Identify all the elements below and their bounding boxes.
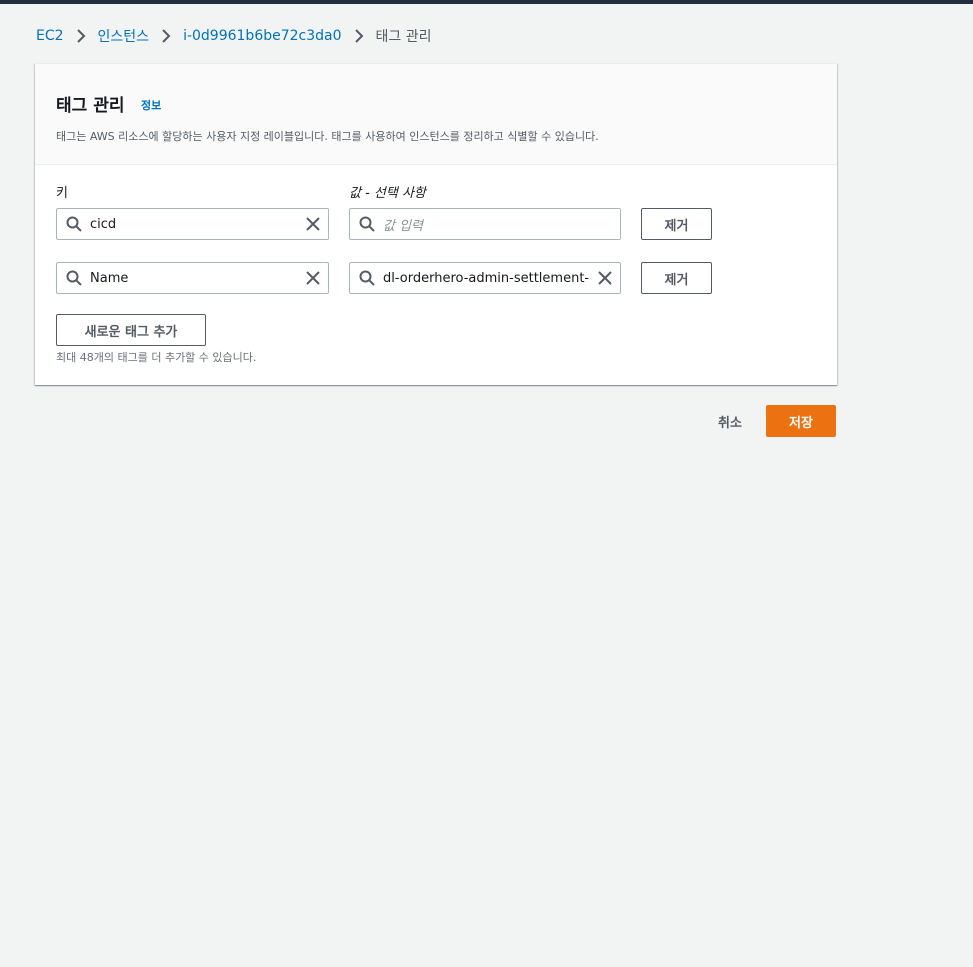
chevron-right-icon — [155, 25, 177, 47]
search-icon — [359, 270, 375, 286]
tag-value-input[interactable]: dl-orderhero-admin-settlement- — [349, 262, 621, 294]
add-tag-button[interactable]: 새로운 태그 추가 — [56, 314, 206, 346]
breadcrumb-instances[interactable]: 인스턴스 — [98, 26, 150, 46]
tag-value-input[interactable]: 값 입력 — [349, 208, 621, 240]
value-label: 값 - 선택 사항 — [349, 186, 426, 201]
tag-key-input[interactable]: Name — [56, 262, 329, 294]
breadcrumb-instance-id[interactable]: i-0d9961b6be72c3da0 — [183, 28, 341, 44]
manage-tags-panel: 태그 관리 정보 태그는 AWS 리소스에 할당하는 사용자 지정 레이블입니다… — [35, 63, 837, 385]
top-navigation-bar — [0, 0, 973, 4]
tag-key-value: cicd — [90, 216, 117, 232]
breadcrumb-ec2[interactable]: EC2 — [36, 28, 64, 44]
tag-value-value: dl-orderhero-admin-settlement- — [383, 270, 590, 286]
chevron-right-icon — [348, 25, 370, 47]
panel-description: 태그는 AWS 리소스에 할당하는 사용자 지정 레이블입니다. 태그를 사용하… — [56, 130, 599, 143]
search-icon — [66, 270, 82, 286]
panel-title: 태그 관리 — [56, 96, 125, 116]
cancel-button[interactable]: 취소 — [706, 405, 754, 437]
key-label: 키 — [56, 186, 68, 201]
remove-tag-button[interactable]: 제거 — [641, 262, 712, 294]
tag-key-input[interactable]: cicd — [56, 208, 329, 240]
close-icon[interactable] — [596, 269, 614, 287]
search-icon — [66, 216, 82, 232]
breadcrumb: EC2 인스턴스 i-0d9961b6be72c3da0 태그 관리 — [36, 25, 432, 47]
panel-header: 태그 관리 정보 태그는 AWS 리소스에 할당하는 사용자 지정 레이블입니다… — [35, 64, 837, 165]
remove-tag-button[interactable]: 제거 — [641, 208, 712, 240]
close-icon[interactable] — [304, 215, 322, 233]
save-button[interactable]: 저장 — [766, 405, 836, 437]
tag-limit-hint: 최대 48개의 태그를 더 추가할 수 있습니다. — [56, 351, 257, 364]
tag-key-value: Name — [90, 270, 129, 286]
info-link[interactable]: 정보 — [141, 97, 161, 113]
search-icon — [359, 216, 375, 232]
breadcrumb-current: 태그 관리 — [375, 29, 432, 45]
tag-value-placeholder: 값 입력 — [383, 218, 424, 234]
chevron-right-icon — [70, 25, 92, 47]
close-icon[interactable] — [304, 269, 322, 287]
